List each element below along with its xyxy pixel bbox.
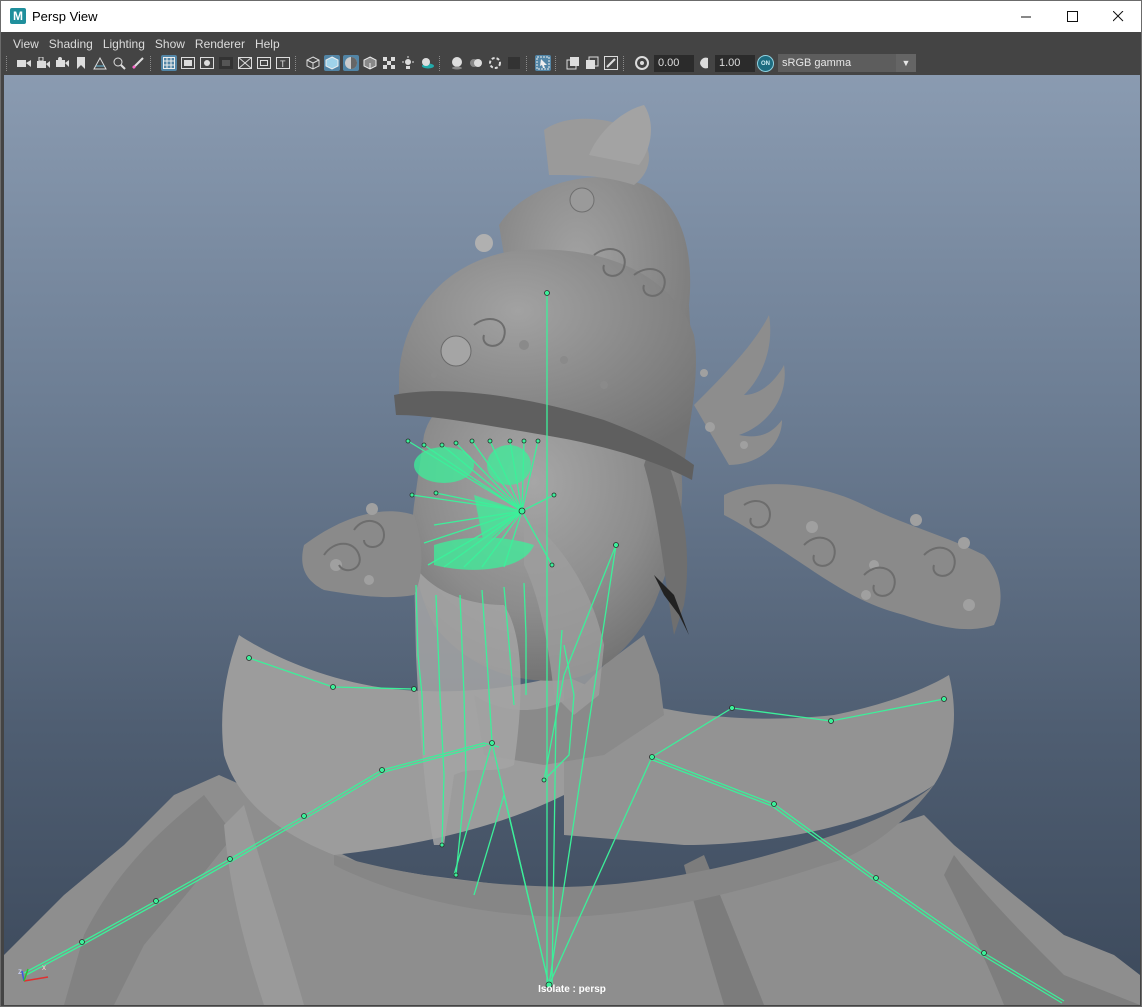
menu-shading[interactable]: Shading xyxy=(49,37,93,51)
isolate-camera-label: Isolate : persp xyxy=(538,984,606,995)
select-camera-icon[interactable] xyxy=(16,55,32,71)
menu-renderer[interactable]: Renderer xyxy=(195,37,245,51)
shadows-icon[interactable] xyxy=(419,55,435,71)
maya-window: M Persp View View Shading Lighting Show … xyxy=(0,0,1142,1007)
maya-logo-icon: M xyxy=(10,8,26,24)
default-material-icon[interactable] xyxy=(343,55,359,71)
motion-blur-icon[interactable] xyxy=(468,55,484,71)
toolbar-separator xyxy=(439,56,441,71)
xray-active-components-icon[interactable] xyxy=(584,55,600,71)
gamma-icon[interactable] xyxy=(696,55,712,71)
axis-x-label: x xyxy=(42,963,46,972)
toolbar-separator xyxy=(526,56,528,71)
gamma-field[interactable]: 1.00 xyxy=(715,55,755,72)
menu-show[interactable]: Show xyxy=(155,37,185,51)
axis-z-label: z xyxy=(18,967,22,976)
toolbar-separator xyxy=(295,56,297,71)
field-chart-icon[interactable] xyxy=(237,55,253,71)
view-transform-toggle[interactable]: ON xyxy=(757,55,774,72)
toolbar-separator xyxy=(150,56,152,71)
safe-action-icon[interactable] xyxy=(256,55,272,71)
chevron-down-icon[interactable]: ▼ xyxy=(896,54,916,72)
bookmark-icon[interactable] xyxy=(73,55,89,71)
maximize-button[interactable] xyxy=(1049,1,1095,32)
wireframe-on-shaded-icon[interactable] xyxy=(362,55,378,71)
grid-icon[interactable] xyxy=(161,55,177,71)
menu-help[interactable]: Help xyxy=(255,37,280,51)
toolbar-separator xyxy=(623,56,625,71)
toolbar-separator xyxy=(6,56,8,71)
3d-viewport[interactable]: z x Isolate : persp xyxy=(4,75,1140,1005)
scene-render xyxy=(4,105,1140,1005)
panel-toolbar: T 0.00 1.00 ON sRGB gamma ▼ xyxy=(4,53,1140,74)
color-space-dropdown[interactable]: sRGB gamma ▼ xyxy=(778,54,916,72)
close-icon xyxy=(1112,11,1123,22)
camera-attributes-icon[interactable] xyxy=(54,55,70,71)
title-bar: M Persp View xyxy=(1,1,1141,32)
wireframe-icon[interactable] xyxy=(305,55,321,71)
menu-bar: View Shading Lighting Show Renderer Help xyxy=(4,34,1140,53)
textured-icon[interactable] xyxy=(381,55,397,71)
2d-pan-zoom-icon[interactable] xyxy=(111,55,127,71)
window-title: Persp View xyxy=(32,9,98,24)
svg-text:T: T xyxy=(280,59,286,69)
exposure-icon[interactable] xyxy=(634,55,650,71)
resolution-gate-icon[interactable] xyxy=(199,55,215,71)
isolate-select-icon[interactable] xyxy=(535,55,551,71)
lock-camera-icon[interactable] xyxy=(35,55,51,71)
menu-view[interactable]: View xyxy=(13,37,39,51)
safe-title-icon[interactable]: T xyxy=(275,55,291,71)
image-plane-icon[interactable] xyxy=(92,55,108,71)
screen-space-ao-icon[interactable] xyxy=(449,55,465,71)
color-space-value: sRGB gamma xyxy=(782,57,852,69)
maximize-icon xyxy=(1066,11,1078,22)
minimize-button[interactable] xyxy=(1003,1,1049,32)
use-all-lights-icon[interactable] xyxy=(400,55,416,71)
minimize-icon xyxy=(1020,16,1031,18)
grease-pencil-icon[interactable] xyxy=(130,55,146,71)
depth-of-field-icon[interactable] xyxy=(506,55,522,71)
menu-lighting[interactable]: Lighting xyxy=(103,37,145,51)
xray-joints-icon[interactable] xyxy=(603,55,619,71)
exposure-field[interactable]: 0.00 xyxy=(654,55,694,72)
xray-icon[interactable] xyxy=(565,55,581,71)
multisample-aa-icon[interactable] xyxy=(487,55,503,71)
axis-gizmo-icon xyxy=(21,968,49,982)
smooth-shade-icon[interactable] xyxy=(324,55,340,71)
gate-mask-icon[interactable] xyxy=(218,55,234,71)
close-button[interactable] xyxy=(1095,1,1141,32)
film-gate-icon[interactable] xyxy=(180,55,196,71)
toolbar-separator xyxy=(555,56,557,71)
